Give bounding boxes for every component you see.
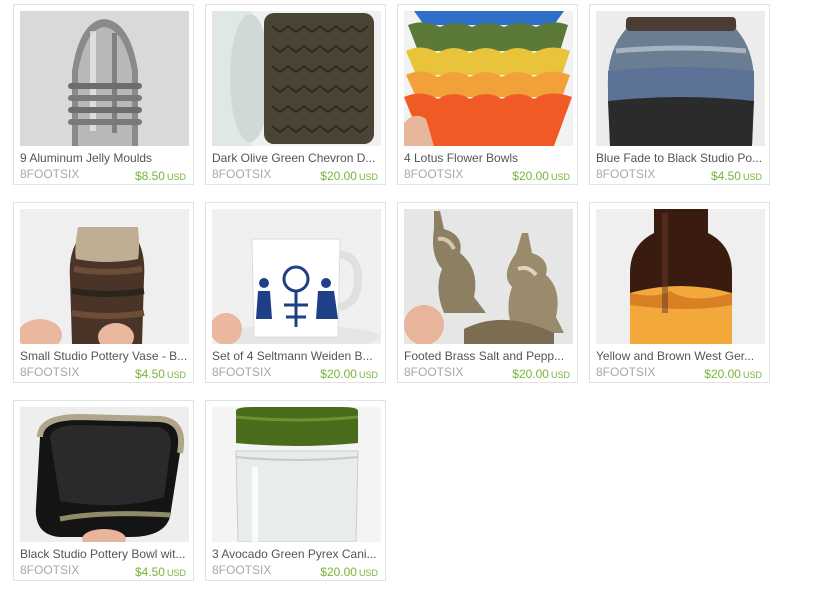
price-currency: USD — [358, 568, 378, 578]
price-currency: USD — [742, 172, 762, 182]
price-amount: $20.00 — [512, 169, 549, 183]
price-amount: $20.00 — [704, 367, 741, 381]
listing-shop-name[interactable]: 8FOOTSIX — [212, 365, 271, 379]
listing-card[interactable]: Black Studio Pottery Bowl wit... 8FOOTSI… — [13, 400, 194, 581]
listing-card[interactable]: Yellow and Brown West Ger... 8FOOTSIX $2… — [589, 202, 770, 383]
listing-price: $20.00 USD — [512, 367, 570, 382]
listing-card[interactable]: 9 Aluminum Jelly Moulds 8FOOTSIX $8.50 US… — [13, 4, 194, 185]
brass-salt-pepper-image[interactable] — [404, 209, 573, 344]
listing-title[interactable]: Small Studio Pottery Vase - B... — [20, 349, 189, 363]
price-amount: $4.50 — [710, 169, 741, 183]
price-amount: $4.50 — [134, 565, 165, 579]
blue-fade-pottery-image[interactable] — [596, 11, 765, 146]
listing-title[interactable]: Yellow and Brown West Ger... — [596, 349, 765, 363]
price-currency: USD — [358, 172, 378, 182]
aluminum-jelly-mould-image[interactable] — [20, 11, 189, 146]
listing-shop-name[interactable]: 8FOOTSIX — [212, 563, 271, 577]
west-german-vase-image[interactable] — [596, 209, 765, 344]
listing-title[interactable]: 3 Avocado Green Pyrex Cani... — [212, 547, 381, 561]
listing-title[interactable]: Footed Brass Salt and Pepp... — [404, 349, 573, 363]
lotus-flower-bowls-image[interactable] — [404, 11, 573, 146]
listing-shop-name[interactable]: 8FOOTSIX — [404, 365, 463, 379]
seltmann-mug-image[interactable] — [212, 209, 381, 344]
listing-shop-name[interactable]: 8FOOTSIX — [20, 365, 79, 379]
small-pottery-vase-image[interactable] — [20, 209, 189, 344]
listing-price: $4.50 USD — [711, 169, 762, 184]
listing-card[interactable]: 3 Avocado Green Pyrex Cani... 8FOOTSIX $… — [205, 400, 386, 581]
listing-shop-name[interactable]: 8FOOTSIX — [596, 167, 655, 181]
price-amount: $4.50 — [134, 367, 165, 381]
listing-title[interactable]: 4 Lotus Flower Bowls — [404, 151, 573, 165]
listing-price: $20.00 USD — [512, 169, 570, 184]
price-amount: $20.00 — [320, 367, 357, 381]
listing-price: $8.50 USD — [135, 169, 186, 184]
listing-price: $4.50 USD — [135, 367, 186, 382]
price-currency: USD — [358, 370, 378, 380]
listing-card[interactable]: Blue Fade to Black Studio Po... 8FOOTSIX… — [589, 4, 770, 185]
listing-card[interactable]: Dark Olive Green Chevron D... 8FOOTSIX $… — [205, 4, 386, 185]
listing-price: $20.00 USD — [320, 367, 378, 382]
price-currency: USD — [550, 172, 570, 182]
olive-chevron-canister-image[interactable] — [212, 11, 381, 146]
price-currency: USD — [166, 370, 186, 380]
listing-card[interactable]: 4 Lotus Flower Bowls 8FOOTSIX $20.00 USD — [397, 4, 578, 185]
listing-price: $20.00 USD — [704, 367, 762, 382]
price-amount: $20.00 — [320, 169, 357, 183]
black-pottery-bowl-image[interactable] — [20, 407, 189, 542]
listing-shop-name[interactable]: 8FOOTSIX — [212, 167, 271, 181]
listing-title[interactable]: Blue Fade to Black Studio Po... — [596, 151, 765, 165]
listing-shop-name[interactable]: 8FOOTSIX — [404, 167, 463, 181]
pyrex-canister-image[interactable] — [212, 407, 381, 542]
listing-card[interactable]: Small Studio Pottery Vase - B... 8FOOTSI… — [13, 202, 194, 383]
price-amount: $8.50 — [134, 169, 165, 183]
listing-price: $4.50 USD — [135, 565, 186, 580]
listing-shop-name[interactable]: 8FOOTSIX — [20, 167, 79, 181]
listing-price: $20.00 USD — [320, 169, 378, 184]
price-currency: USD — [550, 370, 570, 380]
price-amount: $20.00 — [320, 565, 357, 579]
listing-title[interactable]: 9 Aluminum Jelly Moulds — [20, 151, 189, 165]
price-amount: $20.00 — [512, 367, 549, 381]
listing-card[interactable]: Set of 4 Seltmann Weiden B... 8FOOTSIX $… — [205, 202, 386, 383]
price-currency: USD — [166, 568, 186, 578]
price-currency: USD — [742, 370, 762, 380]
listing-price: $20.00 USD — [320, 565, 378, 580]
listing-title[interactable]: Dark Olive Green Chevron D... — [212, 151, 381, 165]
listing-title[interactable]: Set of 4 Seltmann Weiden B... — [212, 349, 381, 363]
listing-shop-name[interactable]: 8FOOTSIX — [596, 365, 655, 379]
listing-card[interactable]: Footed Brass Salt and Pepp... 8FOOTSIX $… — [397, 202, 578, 383]
listing-title[interactable]: Black Studio Pottery Bowl wit... — [20, 547, 189, 561]
price-currency: USD — [166, 172, 186, 182]
listing-shop-name[interactable]: 8FOOTSIX — [20, 563, 79, 577]
